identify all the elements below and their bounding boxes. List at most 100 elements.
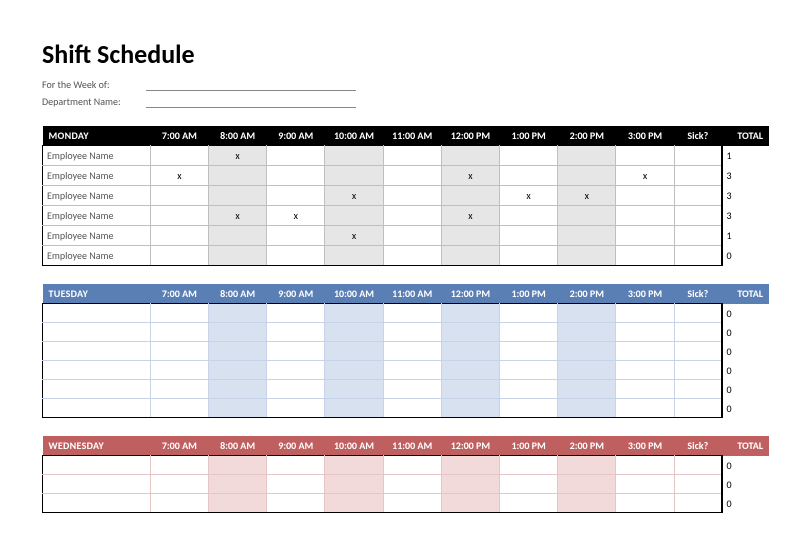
shift-cell[interactable] <box>500 361 558 380</box>
sick-cell[interactable] <box>674 380 721 399</box>
shift-cell[interactable] <box>500 456 558 475</box>
shift-cell[interactable] <box>325 246 383 266</box>
shift-cell[interactable] <box>208 361 266 380</box>
shift-cell[interactable] <box>558 146 616 166</box>
shift-cell[interactable]: x <box>325 226 383 246</box>
shift-cell[interactable] <box>150 146 208 166</box>
shift-cell[interactable] <box>383 226 441 246</box>
employee-name-cell[interactable] <box>43 380 151 399</box>
sick-cell[interactable] <box>674 186 721 206</box>
employee-name-cell[interactable] <box>43 361 151 380</box>
employee-name-cell[interactable] <box>43 304 151 323</box>
shift-cell[interactable] <box>150 361 208 380</box>
shift-cell[interactable] <box>325 166 383 186</box>
shift-cell[interactable]: x <box>208 146 266 166</box>
employee-name-cell[interactable]: Employee Name <box>43 146 151 166</box>
shift-cell[interactable] <box>616 146 674 166</box>
shift-cell[interactable] <box>150 246 208 266</box>
shift-cell[interactable] <box>500 494 558 513</box>
shift-cell[interactable] <box>441 380 499 399</box>
shift-cell[interactable] <box>325 456 383 475</box>
employee-name-cell[interactable]: Employee Name <box>43 186 151 206</box>
sick-cell[interactable] <box>674 494 721 513</box>
employee-name-cell[interactable]: Employee Name <box>43 246 151 266</box>
shift-cell[interactable]: x <box>441 206 499 226</box>
employee-name-cell[interactable] <box>43 475 151 494</box>
shift-cell[interactable] <box>500 304 558 323</box>
shift-cell[interactable] <box>441 361 499 380</box>
shift-cell[interactable] <box>150 342 208 361</box>
shift-cell[interactable] <box>208 304 266 323</box>
shift-cell[interactable] <box>150 323 208 342</box>
shift-cell[interactable] <box>500 166 558 186</box>
shift-cell[interactable] <box>383 323 441 342</box>
shift-cell[interactable] <box>616 494 674 513</box>
employee-name-cell[interactable] <box>43 399 151 418</box>
shift-cell[interactable] <box>150 494 208 513</box>
shift-cell[interactable] <box>325 206 383 226</box>
shift-cell[interactable] <box>558 166 616 186</box>
shift-cell[interactable] <box>383 475 441 494</box>
shift-cell[interactable] <box>383 380 441 399</box>
sick-cell[interactable] <box>674 323 721 342</box>
shift-cell[interactable] <box>441 475 499 494</box>
shift-cell[interactable] <box>500 475 558 494</box>
sick-cell[interactable] <box>674 361 721 380</box>
shift-cell[interactable] <box>208 475 266 494</box>
shift-cell[interactable] <box>441 246 499 266</box>
shift-cell[interactable] <box>616 456 674 475</box>
shift-cell[interactable] <box>383 166 441 186</box>
shift-cell[interactable] <box>441 186 499 206</box>
shift-cell[interactable] <box>383 186 441 206</box>
shift-cell[interactable]: x <box>267 206 325 226</box>
shift-cell[interactable] <box>441 323 499 342</box>
sick-cell[interactable] <box>674 166 721 186</box>
sick-cell[interactable] <box>674 146 721 166</box>
shift-cell[interactable] <box>616 246 674 266</box>
shift-cell[interactable] <box>267 380 325 399</box>
shift-cell[interactable] <box>616 226 674 246</box>
shift-cell[interactable] <box>267 456 325 475</box>
shift-cell[interactable] <box>208 323 266 342</box>
shift-cell[interactable] <box>383 456 441 475</box>
shift-cell[interactable] <box>383 342 441 361</box>
shift-cell[interactable]: x <box>500 186 558 206</box>
employee-name-cell[interactable]: Employee Name <box>43 226 151 246</box>
shift-cell[interactable] <box>325 342 383 361</box>
meta-dept-input-line[interactable] <box>146 96 356 108</box>
shift-cell[interactable] <box>500 206 558 226</box>
shift-cell[interactable] <box>383 146 441 166</box>
shift-cell[interactable] <box>441 456 499 475</box>
shift-cell[interactable] <box>150 380 208 399</box>
shift-cell[interactable] <box>267 323 325 342</box>
shift-cell[interactable] <box>267 494 325 513</box>
sick-cell[interactable] <box>674 456 721 475</box>
meta-week-input-line[interactable] <box>146 79 356 91</box>
shift-cell[interactable] <box>500 342 558 361</box>
shift-cell[interactable] <box>325 304 383 323</box>
shift-cell[interactable] <box>441 146 499 166</box>
shift-cell[interactable] <box>208 226 266 246</box>
sick-cell[interactable] <box>674 304 721 323</box>
shift-cell[interactable] <box>558 456 616 475</box>
shift-cell[interactable] <box>500 226 558 246</box>
shift-cell[interactable] <box>558 361 616 380</box>
employee-name-cell[interactable] <box>43 323 151 342</box>
shift-cell[interactable] <box>441 342 499 361</box>
sick-cell[interactable] <box>674 475 721 494</box>
shift-cell[interactable] <box>150 475 208 494</box>
shift-cell[interactable] <box>325 494 383 513</box>
shift-cell[interactable] <box>616 361 674 380</box>
shift-cell[interactable] <box>616 323 674 342</box>
shift-cell[interactable] <box>558 206 616 226</box>
shift-cell[interactable] <box>325 146 383 166</box>
shift-cell[interactable] <box>558 246 616 266</box>
shift-cell[interactable]: x <box>150 166 208 186</box>
shift-cell[interactable] <box>558 399 616 418</box>
employee-name-cell[interactable]: Employee Name <box>43 206 151 226</box>
shift-cell[interactable] <box>616 186 674 206</box>
shift-cell[interactable] <box>208 166 266 186</box>
employee-name-cell[interactable] <box>43 342 151 361</box>
shift-cell[interactable] <box>267 475 325 494</box>
shift-cell[interactable] <box>208 456 266 475</box>
